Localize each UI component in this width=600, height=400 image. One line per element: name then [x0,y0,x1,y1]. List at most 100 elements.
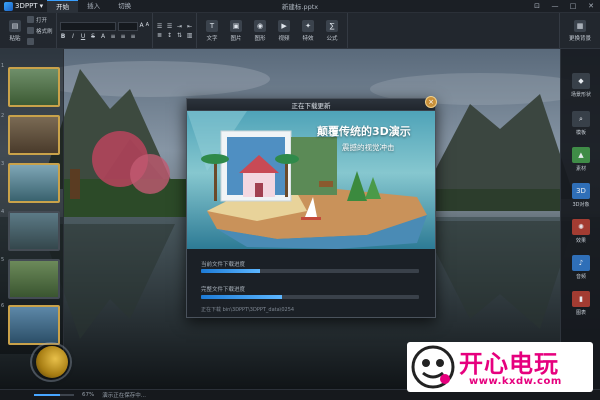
font-shrink-icon[interactable]: A [146,22,149,31]
slide-thumbnail[interactable] [8,211,60,251]
text-icon: T [206,19,219,32]
justify-icon[interactable]: ≣ [156,32,163,39]
change-background-button[interactable]: ▦ 更换背景 [563,19,597,42]
minimize-icon[interactable]: — [550,1,560,11]
palm-trunk [285,161,288,197]
font-family-select[interactable] [59,21,116,31]
columns-icon[interactable]: ▥ [186,32,193,39]
tab-transition[interactable]: 切换 [109,0,140,13]
current-file-progress-fill [201,269,260,273]
video-button[interactable]: ▶ 视频 [272,19,296,42]
template-icon: ⌕ [572,111,590,127]
paragraph-group: ☰ ☰ ⇥ ⇤ ≣ ↕ ⇅ ▥ [153,13,198,48]
side-item-audio[interactable]: ♪ 音频 [565,255,597,280]
font-grow-icon[interactable]: A [140,22,144,31]
align-center-icon[interactable]: ≡ [120,33,127,40]
side-item-scene-shape[interactable]: ◆ 场景形状 [565,73,597,98]
side-item-template[interactable]: ⌕ 模板 [565,111,597,136]
tab-home[interactable]: 开始 [47,0,79,13]
slide-number: 2 [1,113,5,119]
italic-button[interactable]: I [70,33,77,40]
side-item-3d-object[interactable]: 3D 3D对象 [565,183,597,208]
font-group: A A B I U S A ≡ ≡ ≡ [57,13,154,48]
navigation-orb[interactable] [36,346,68,378]
promo-banner: 颠覆传统的3D演示 震撼的视觉冲击 [187,111,435,249]
download-update-dialog: 正在下载更新 × 颠覆传统的3D演示 震撼的视觉冲击 当前文件下载进度 完整文件… [186,96,437,318]
text-direction-icon[interactable]: ⇅ [176,32,183,39]
zoom-slider[interactable] [34,394,74,396]
side-item-label: 效果 [575,238,586,244]
status-message: 演示正在保存中... [102,393,146,399]
zoom-slider-fill [34,394,60,396]
font-color-icon[interactable]: A [100,33,107,40]
text-button[interactable]: T 文字 [200,19,224,42]
side-item-effect[interactable]: ✺ 效果 [565,219,597,244]
window-controls: ⊡ — □ ✕ [532,1,596,11]
insert-group: T 文字 ▣ 图片 ◉ 图形 ▶ 视频 ✦ 特效 ∑ 公式 [197,13,349,48]
shape-button[interactable]: ◉ 图形 [248,19,272,42]
forest [436,189,561,211]
bold-button[interactable]: B [60,33,67,40]
underline-button[interactable]: U [80,33,87,40]
side-item-material[interactable]: ▲ 素材 [565,147,597,172]
number-list-icon[interactable]: ☰ [166,23,173,30]
text-button-label: 文字 [206,35,218,42]
app-menu-chevron-icon[interactable]: ▾ [40,2,44,10]
slide-thumbnail[interactable] [8,115,60,155]
pin-icon[interactable]: ⊡ [532,1,542,11]
close-icon[interactable]: ✕ [586,1,596,11]
open-button[interactable]: 打开 [27,15,53,24]
shape-button-label: 图形 [254,35,266,42]
zoom-level: 67% [82,392,95,398]
audio-icon: ♪ [572,255,590,271]
watermark-url: www.kxdw.com [469,376,562,387]
slide-thumbnail[interactable] [8,259,60,299]
font-size-select[interactable] [117,21,138,31]
slide-number: 4 [1,209,5,215]
slide-number: 6 [1,303,5,309]
effect-panel-icon: ✺ [572,219,590,235]
ribbon-toolbar: ▤ 粘贴 打开 格式刷 A A B I U S A ≡ ≡ ≡ ☰ ☰ ⇥ ⇤ … [0,13,600,49]
dialog-close-icon[interactable]: × [425,96,437,108]
indent-icon[interactable]: ⇥ [176,23,183,30]
material-icon: ▲ [572,147,590,163]
background-group: ▦ 更换背景 [559,13,600,48]
pine-tree [347,171,367,201]
align-right-icon[interactable]: ≡ [130,33,137,40]
image-icon: ▣ [230,19,243,32]
slide-number: 3 [1,161,5,167]
shape-icon: ◉ [254,19,267,32]
strike-button[interactable]: S [90,33,97,40]
promo-headline: 颠覆传统的3D演示 [317,125,411,138]
site-watermark-logo: 开心电玩 www.kxdw.com [407,342,593,392]
slide-thumbnail[interactable] [8,163,60,203]
bullet-list-icon[interactable]: ☰ [156,23,163,30]
background-icon: ▦ [574,19,586,32]
paste-button[interactable]: ▤ 粘贴 [3,19,27,42]
format-brush-label: 格式刷 [36,28,53,35]
effect-button-label: 特效 [302,35,314,42]
image-button[interactable]: ▣ 图片 [224,19,248,42]
watermark-mascot-icon [411,345,455,389]
dialog-title: 正在下载更新 [291,101,331,110]
outdent-icon[interactable]: ⇤ [186,23,193,30]
house-door [255,183,263,197]
effect-button[interactable]: ✦ 特效 [296,19,320,42]
format-brush-button[interactable]: 格式刷 [27,26,53,35]
slide-thumbnail[interactable] [8,305,60,345]
watermark-text: 开心电玩 [459,350,559,378]
formula-button-label: 公式 [326,35,338,42]
paste-label: 粘贴 [9,35,21,42]
formula-button[interactable]: ∑ 公式 [320,19,344,42]
side-item-label: 音频 [575,274,586,280]
maximize-icon[interactable]: □ [568,1,578,11]
effect-icon: ✦ [302,19,315,32]
tab-insert[interactable]: 插入 [78,0,109,13]
side-item-chart[interactable]: ▮ 图表 [565,291,597,316]
line-spacing-icon[interactable]: ↕ [166,32,173,39]
align-left-icon[interactable]: ≡ [110,33,117,40]
clear-button[interactable] [27,37,53,46]
blossom-tree [130,154,170,194]
slide-thumbnail[interactable] [8,67,60,107]
total-progress-fill [201,295,282,299]
